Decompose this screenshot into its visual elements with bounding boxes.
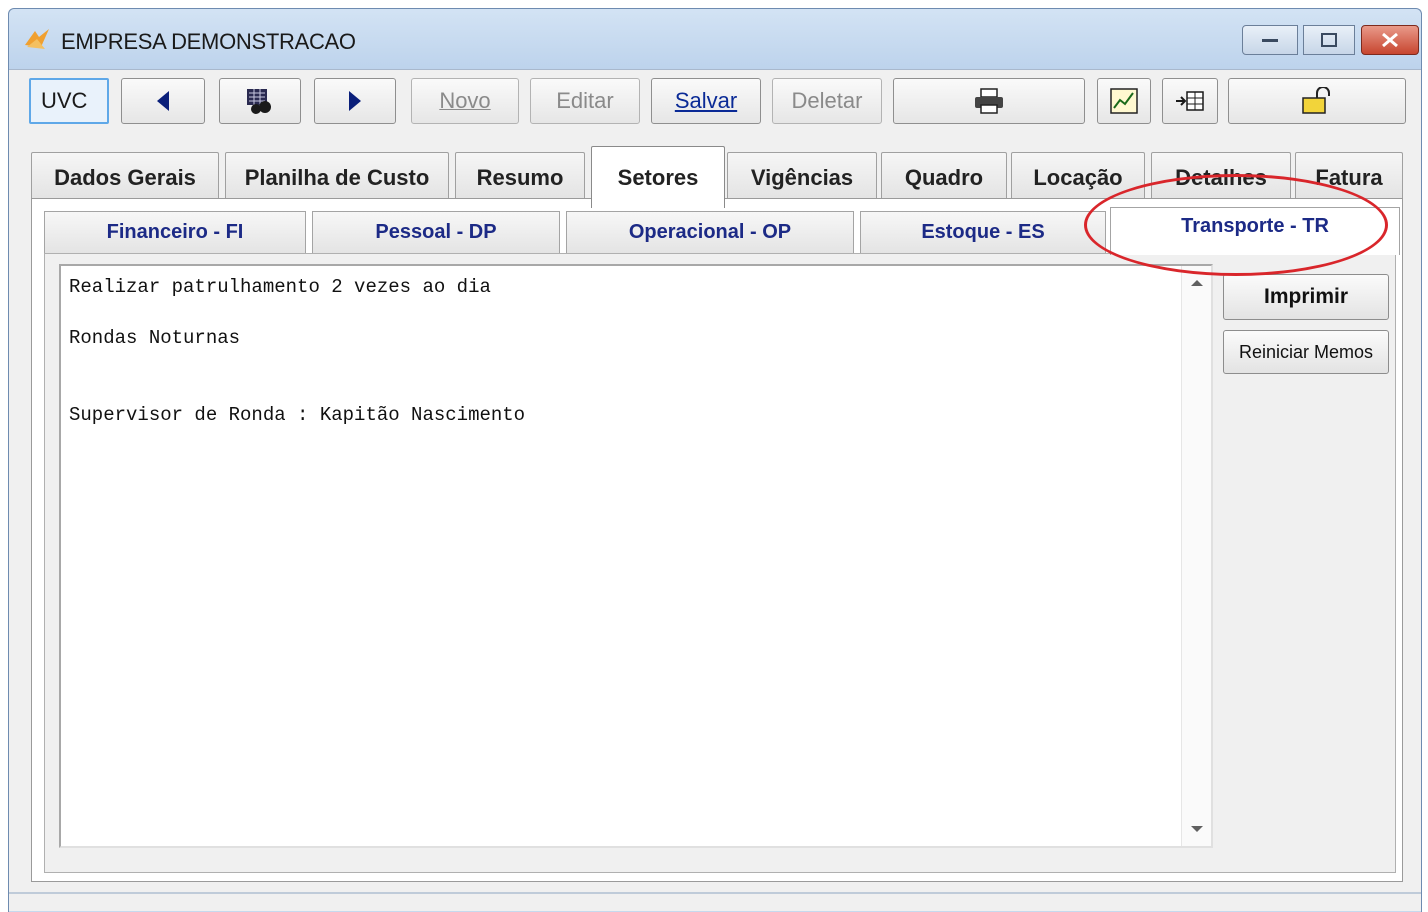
maximize-icon: [1321, 33, 1337, 47]
imprimir-label: Imprimir: [1263, 285, 1349, 308]
tab-vigencias[interactable]: Vigências: [727, 152, 877, 202]
subtab-label: Estoque - ES: [921, 221, 1045, 243]
tab-label: Resumo: [476, 164, 564, 190]
arrow-left-icon: [157, 91, 169, 111]
next-button[interactable]: [314, 78, 396, 124]
tab-label: Setores: [617, 164, 699, 190]
memo-textarea[interactable]: Realizar patrulhamento 2 vezes ao dia Ro…: [59, 264, 1213, 848]
tab-label: Quadro: [904, 164, 984, 190]
arrow-right-icon: [349, 91, 361, 111]
reiniciar-memos-button[interactable]: Reiniciar Memos: [1223, 330, 1389, 374]
tab-label: Planilha de Custo: [244, 164, 430, 190]
subtab-financeiro[interactable]: Financeiro - FI: [44, 211, 306, 253]
setores-panel: Financeiro - FI Pessoal - DP Operacional…: [31, 198, 1403, 882]
tab-label: Vigências: [750, 164, 854, 190]
close-icon: [1382, 32, 1398, 48]
import-button[interactable]: [1162, 78, 1218, 124]
tab-fatura[interactable]: Fatura: [1295, 152, 1403, 202]
title-bar: EMPRESA DEMONSTRACAO: [9, 9, 1421, 69]
search-record-button[interactable]: [219, 78, 301, 124]
unlock-icon: [1302, 87, 1330, 114]
tab-quadro[interactable]: Quadro: [881, 152, 1007, 202]
binoculars-grid-icon: [247, 89, 271, 114]
minimize-icon: [1262, 39, 1278, 42]
tab-detalhes[interactable]: Detalhes: [1151, 152, 1291, 202]
subtab-operacional[interactable]: Operacional - OP: [566, 211, 854, 253]
status-divider: [9, 892, 1421, 894]
close-button[interactable]: [1361, 25, 1419, 55]
editar-label: Editar: [556, 88, 614, 113]
tab-label: Locação: [1033, 164, 1123, 190]
memo-line: Realizar patrulhamento 2 vezes ao dia: [69, 276, 491, 298]
imprimir-button[interactable]: Imprimir: [1223, 274, 1389, 320]
deletar-label: Deletar: [791, 88, 863, 113]
tab-label: Dados Gerais: [54, 164, 196, 190]
uvc-field[interactable]: UVC: [29, 78, 109, 124]
tab-label: Fatura: [1315, 164, 1383, 190]
chart-icon: [1110, 88, 1138, 114]
novo-button[interactable]: Novo: [411, 78, 519, 124]
minimize-button[interactable]: [1242, 25, 1298, 55]
subtab-label: Financeiro - FI: [106, 221, 244, 243]
print-button[interactable]: [893, 78, 1085, 124]
import-table-icon: [1176, 91, 1204, 111]
deletar-button[interactable]: Deletar: [772, 78, 882, 124]
tab-label: Detalhes: [1175, 164, 1267, 190]
transporte-panel: Realizar patrulhamento 2 vezes ao dia Ro…: [44, 253, 1396, 873]
tab-setores[interactable]: Setores: [591, 146, 725, 208]
uvc-label: UVC: [41, 88, 88, 113]
subtab-pessoal[interactable]: Pessoal - DP: [312, 211, 560, 253]
novo-label: Novo: [439, 88, 491, 113]
application-window: EMPRESA DEMONSTRACAO UVC Novo Editar Sal…: [8, 8, 1422, 912]
client-area: UVC Novo Editar Salvar Deletar Dados Ger…: [9, 69, 1421, 911]
previous-button[interactable]: [121, 78, 205, 124]
maximize-button[interactable]: [1303, 25, 1355, 55]
tab-locacao[interactable]: Locação: [1011, 152, 1145, 202]
subtab-label: Operacional - OP: [628, 221, 792, 243]
tab-resumo[interactable]: Resumo: [455, 152, 585, 202]
salvar-button[interactable]: Salvar: [651, 78, 761, 124]
chart-button[interactable]: [1097, 78, 1151, 124]
memo-scrollbar[interactable]: [1181, 266, 1211, 846]
window-title: EMPRESA DEMONSTRACAO: [61, 29, 356, 54]
subtab-estoque[interactable]: Estoque - ES: [860, 211, 1106, 253]
memo-line: Supervisor de Ronda : Kapitão Nascimento: [69, 404, 526, 426]
app-logo-icon: [25, 29, 49, 49]
salvar-label: Salvar: [674, 88, 738, 113]
reiniciar-label: Reiniciar Memos: [1238, 341, 1374, 362]
unlock-button[interactable]: [1228, 78, 1406, 124]
subtab-label: Pessoal - DP: [375, 221, 497, 243]
subtab-label: Transporte - TR: [1181, 215, 1329, 237]
scroll-down-arrow-icon[interactable]: [1191, 826, 1203, 832]
memo-line: Rondas Noturnas: [69, 327, 241, 349]
scroll-up-arrow-icon[interactable]: [1191, 280, 1203, 286]
tab-dados-gerais[interactable]: Dados Gerais: [31, 152, 219, 202]
subtab-transporte[interactable]: Transporte - TR: [1110, 207, 1400, 255]
tab-planilha-de-custo[interactable]: Planilha de Custo: [225, 152, 449, 202]
printer-icon: [975, 88, 1003, 114]
editar-button[interactable]: Editar: [530, 78, 640, 124]
